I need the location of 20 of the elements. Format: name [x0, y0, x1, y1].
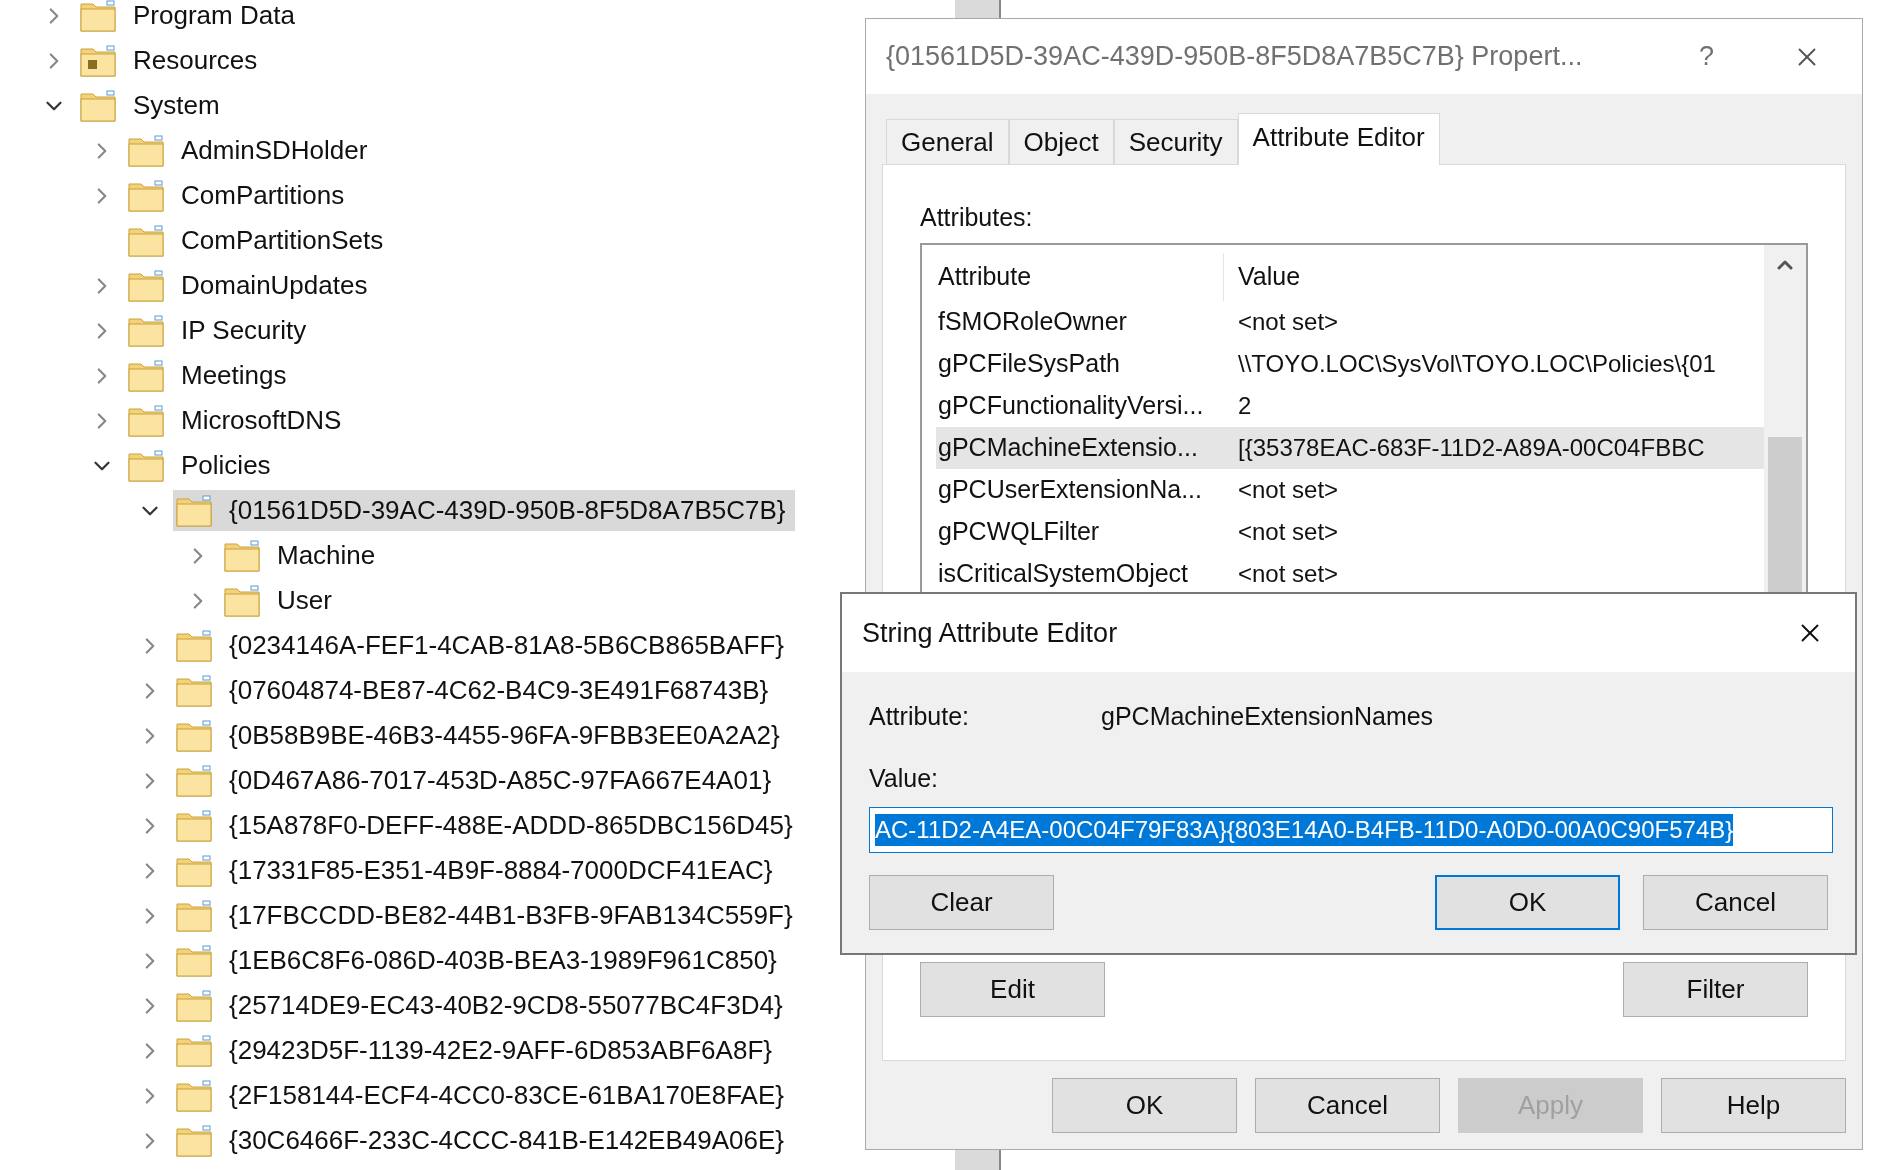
attribute-value: <not set>	[1237, 474, 1339, 505]
attribute-value: \\TOYO.LOC\SysVol\TOYO.LOC\Policies\{01	[1237, 348, 1716, 379]
attribute-label: Attribute:	[869, 701, 971, 732]
dialog-title: String Attribute Editor	[862, 616, 1118, 650]
attribute-name: fSMORoleOwner	[937, 305, 1128, 337]
attribute-value: 2	[1237, 390, 1252, 421]
attribute-name: gPCFileSysPath	[937, 347, 1122, 379]
attribute-name: gPCMachineExtensionNames	[1101, 701, 1434, 732]
value-label: Value:	[869, 762, 940, 794]
attribute-value: <not set>	[1237, 558, 1339, 589]
attribute-name: gPCUserExtensionNa...	[937, 473, 1203, 505]
attribute-name: gPCMachineExtensio...	[937, 431, 1199, 463]
attribute-value: [{35378EAC-683F-11D2-A89A-00C04FBBC	[1237, 432, 1705, 463]
attribute-value: <not set>	[1237, 516, 1339, 547]
attribute-name: gPCWQLFilter	[937, 515, 1101, 547]
attributes-label: Attributes:	[920, 202, 1034, 233]
window-title: {01561D5D-39AC-439D-950B-8F5D8A7B5C7B} Propert...	[886, 40, 1583, 74]
attribute-name: isCriticalSystemObject	[937, 557, 1190, 589]
attribute-name: gPCFunctionalityVersi...	[937, 389, 1205, 421]
attribute-value: <not set>	[1237, 306, 1339, 337]
